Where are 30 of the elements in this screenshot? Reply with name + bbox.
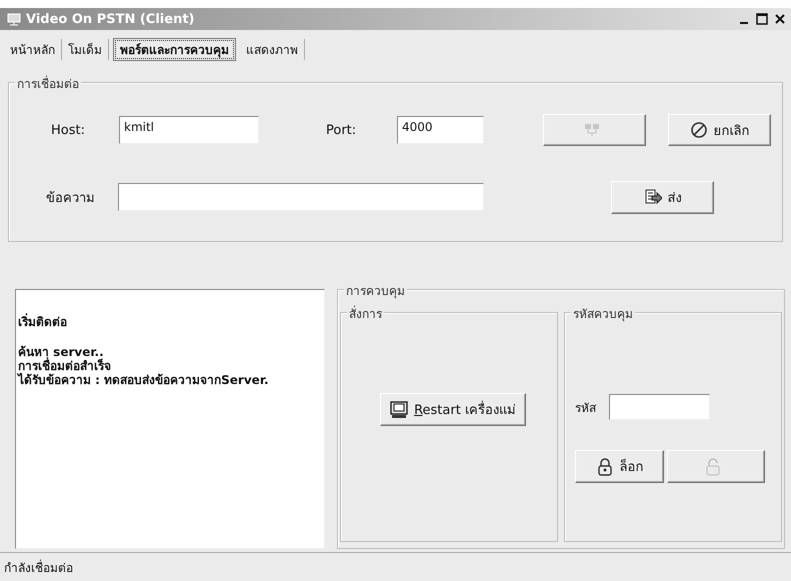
- message-label: ข้อความ: [46, 190, 96, 208]
- cancel-icon: [690, 121, 708, 139]
- network-icon: [582, 121, 600, 139]
- close-icon[interactable]: [773, 12, 787, 26]
- code-field[interactable]: [609, 394, 710, 420]
- window-title: Video On PSTN (Client): [26, 12, 196, 26]
- tab[interactable]: แสดงภาพ: [240, 38, 305, 60]
- code-label: รหัส: [575, 400, 597, 416]
- maximize-icon[interactable]: [755, 12, 769, 26]
- app-icon: [6, 11, 22, 27]
- computer-icon: [390, 400, 408, 418]
- send-button[interactable]: ส่ง: [611, 180, 714, 214]
- port-label: Port:: [326, 122, 358, 138]
- status-bar: กำลังเชื่อมต่อ: [0, 552, 791, 581]
- padlock-icon: [704, 458, 722, 476]
- cancel-button[interactable]: ยกเลิก: [668, 114, 771, 146]
- tab[interactable]: โมเด็ม: [62, 38, 109, 60]
- host-field[interactable]: kmitl: [119, 116, 259, 144]
- log-line: เริ่มติดต่อ: [18, 315, 68, 329]
- port-field[interactable]: 4000: [397, 116, 484, 144]
- log-line: การเชื่อมต่อสำเร็จ: [18, 359, 112, 373]
- restart-button[interactable]: Restart เครื่องแม่: [380, 393, 526, 426]
- padlock-icon: [596, 458, 614, 476]
- tab[interactable]: พอร์ตและการควบคุม: [113, 38, 236, 60]
- host-label: Host:: [51, 122, 86, 138]
- send-icon: [644, 188, 662, 206]
- message-field[interactable]: [118, 183, 484, 211]
- log-line: ได้รับข้อความ : ทดสอบส่งข้อความจากServer.: [18, 373, 270, 387]
- tab[interactable]: หน้าหลัก: [4, 38, 62, 60]
- lock-button[interactable]: ล็อก: [575, 450, 664, 483]
